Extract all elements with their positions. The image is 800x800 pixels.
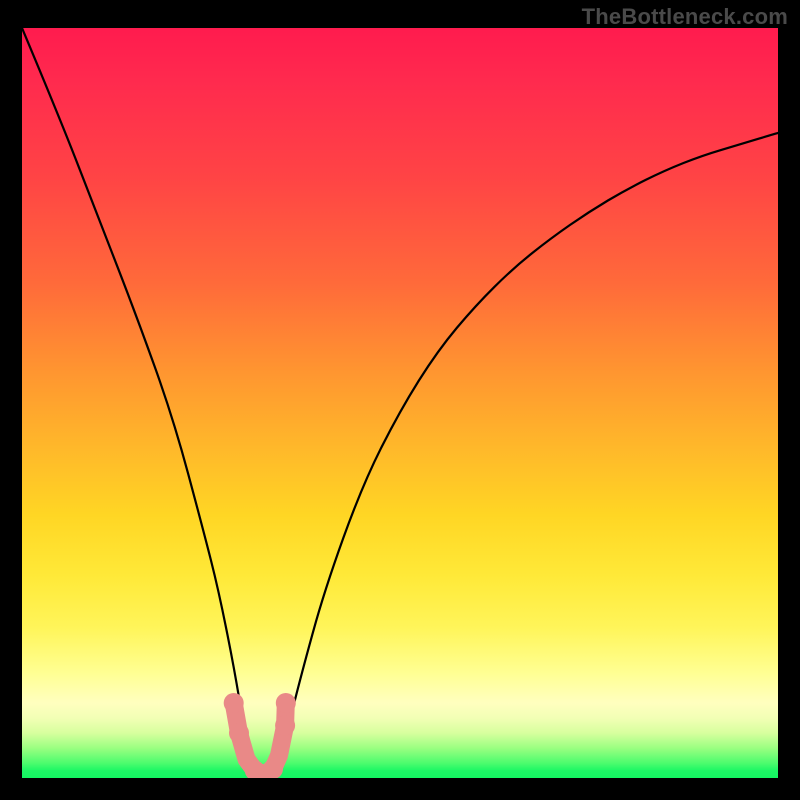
plot-area [22, 28, 778, 778]
watermark-text: TheBottleneck.com [582, 4, 788, 30]
chart-stage: TheBottleneck.com [0, 0, 800, 800]
plot-clip [22, 28, 778, 778]
background-gradient [22, 28, 778, 778]
